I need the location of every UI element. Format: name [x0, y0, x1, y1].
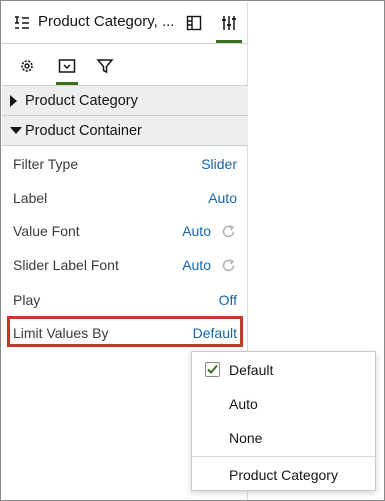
section-label: Product Category [25, 93, 138, 109]
panel-header: Product Category, ... [2, 2, 248, 44]
property-value-label[interactable]: Auto [208, 190, 237, 206]
limit-values-dropdown: Default Auto None Product Category [191, 351, 376, 491]
dropdown-option-none[interactable]: None [192, 421, 375, 455]
property-row-label: Label Auto [2, 181, 248, 215]
dropdown-option-product-category[interactable]: Product Category [192, 458, 375, 492]
expand-triangle-icon [10, 95, 17, 107]
filter-icon[interactable] [96, 57, 114, 75]
tab-active-indicator [56, 82, 78, 85]
property-label: Play [13, 292, 41, 308]
option-label: Auto [229, 396, 258, 412]
option-label: Product Category [229, 467, 338, 483]
property-row-filter-type: Filter Type Slider [2, 147, 248, 181]
header-active-indicator [216, 40, 242, 43]
section-product-container[interactable]: Product Container [2, 116, 248, 146]
reset-icon[interactable] [220, 223, 237, 240]
visualization-icon[interactable] [58, 57, 76, 75]
property-row-value-font: Value Font Auto [2, 214, 248, 248]
panel-tabs [2, 44, 248, 86]
sliders-icon[interactable] [220, 14, 238, 32]
dropdown-option-default[interactable]: Default [192, 353, 375, 387]
dropdown-separator [192, 456, 375, 457]
property-label: Filter Type [13, 156, 79, 172]
layout-panel-icon[interactable] [185, 14, 203, 32]
property-label: Slider Label Font [13, 257, 119, 273]
gear-icon[interactable] [18, 57, 36, 75]
property-value-filter-type[interactable]: Slider [201, 156, 237, 172]
properties-window: Product Category, ... Product Category P… [0, 0, 385, 501]
reset-icon[interactable] [220, 257, 237, 274]
property-row-slider-label-font: Slider Label Font Auto [2, 248, 248, 282]
option-label: Default [229, 362, 274, 378]
filter-list-icon[interactable] [13, 14, 31, 32]
panel-title: Product Category, ... [38, 13, 175, 30]
property-value-value-font[interactable]: Auto [182, 223, 211, 239]
highlight-box [7, 316, 243, 347]
collapse-triangle-icon [10, 127, 22, 134]
property-value-play[interactable]: Off [219, 292, 237, 308]
section-label: Product Container [25, 123, 142, 139]
section-product-category[interactable]: Product Category [2, 86, 248, 116]
dropdown-option-auto[interactable]: Auto [192, 387, 375, 421]
option-label: None [229, 430, 263, 446]
checkbox[interactable] [205, 362, 220, 377]
property-row-play: Play Off [2, 283, 248, 317]
property-label: Value Font [13, 223, 80, 239]
property-value-slider-label-font[interactable]: Auto [182, 257, 211, 273]
property-label: Label [13, 190, 48, 206]
